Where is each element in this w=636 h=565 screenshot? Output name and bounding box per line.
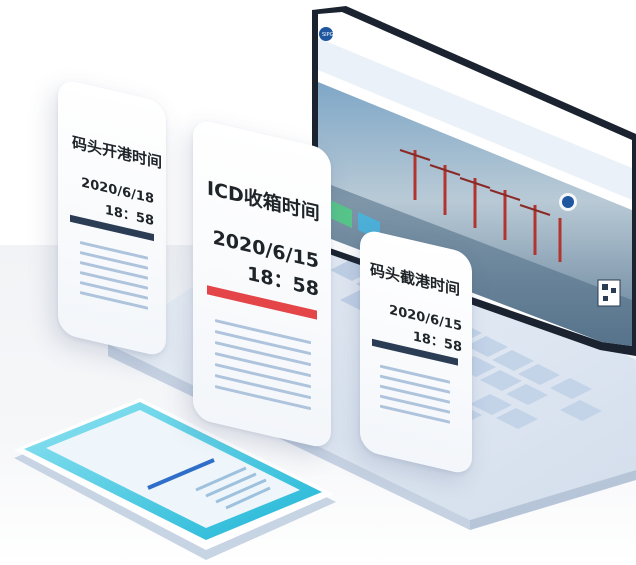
card-title: 码头截港时间 [370, 260, 461, 300]
text-line [380, 364, 450, 384]
card-title: ICD收箱时间 [207, 177, 320, 226]
text-line [215, 385, 311, 411]
card-title: 码头开港时间 [72, 133, 163, 173]
text-line [80, 241, 148, 260]
card-icd-receive-time: ICD收箱时间 2020/6/15 18：58 [193, 118, 331, 450]
svg-text:SIPG: SIPG [322, 32, 334, 38]
card-port-cutoff-time: 码头截港时间 2020/6/15 18：58 [360, 228, 472, 476]
card-port-open-time: 码头开港时间 2020/6/18 18：58 [58, 78, 166, 358]
